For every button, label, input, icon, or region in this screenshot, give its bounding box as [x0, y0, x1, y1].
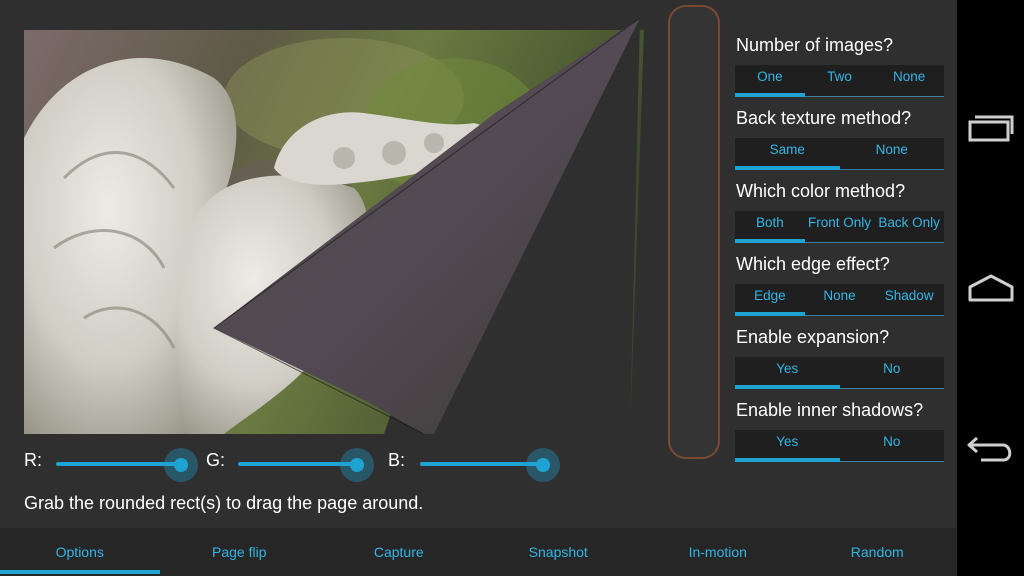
choice-same[interactable]: Same — [735, 138, 840, 170]
choice-edge[interactable]: Edge — [735, 284, 805, 316]
choice-back-only[interactable]: Back Only — [874, 211, 944, 242]
choice-shadow[interactable]: Shadow — [874, 284, 944, 315]
drag-handle-rounded-rect[interactable] — [668, 5, 720, 459]
slider-b-label: B: — [388, 450, 406, 470]
option-title-edge-effect: Which edge effect? — [736, 254, 890, 274]
segmented-back-texture: Same None — [735, 138, 944, 170]
option-title-expansion: Enable expansion? — [736, 327, 890, 347]
choice-yes[interactable]: Yes — [735, 357, 840, 389]
choice-no[interactable]: No — [840, 430, 945, 461]
home-icon — [968, 274, 1013, 302]
choice-two[interactable]: Two — [805, 65, 875, 96]
segmented-inner-shadows: Yes No — [735, 430, 944, 462]
back-button[interactable] — [957, 418, 1024, 478]
recent-apps-icon — [968, 115, 1013, 142]
segmented-color-method: Both Front Only Back Only — [735, 211, 944, 243]
system-nav-bar — [957, 0, 1024, 576]
option-title-color-method: Which color method? — [736, 181, 906, 201]
home-button[interactable] — [957, 258, 1024, 318]
tab-snapshot[interactable]: Snapshot — [479, 528, 639, 576]
slider-r-thumb[interactable] — [164, 448, 198, 482]
slider-g-thumb[interactable] — [340, 448, 374, 482]
option-title-number-of-images: Number of images? — [736, 35, 894, 55]
segmented-expansion: Yes No — [735, 357, 944, 389]
slider-r[interactable]: R: — [24, 448, 198, 482]
slider-b-thumb[interactable] — [526, 448, 560, 482]
bottom-tab-bar: Options Page flip Capture Snapshot In-mo… — [0, 528, 957, 576]
slider-r-label: R: — [24, 450, 42, 470]
slider-b[interactable]: B: — [388, 448, 568, 482]
app-window: R: G: B: Grab the rounded rect(s) to dra… — [0, 0, 957, 576]
slider-g-label: G: — [206, 450, 226, 470]
segmented-edge-effect: Edge None Shadow — [735, 284, 944, 316]
tab-options[interactable]: Options — [0, 528, 160, 576]
choice-none[interactable]: None — [840, 138, 945, 169]
slider-g[interactable]: G: — [206, 448, 374, 482]
option-title-back-texture: Back texture method? — [736, 108, 912, 128]
choice-yes[interactable]: Yes — [735, 430, 840, 462]
angel-statue-photo — [24, 18, 644, 434]
tab-in-motion[interactable]: In-motion — [638, 528, 798, 576]
hint-text: Grab the rounded rect(s) to drag the pag… — [24, 493, 424, 513]
recent-apps-button[interactable] — [957, 98, 1024, 158]
tab-capture[interactable]: Capture — [319, 528, 479, 576]
choice-none[interactable]: None — [874, 65, 944, 96]
choice-no[interactable]: No — [840, 357, 945, 388]
choice-one[interactable]: One — [735, 65, 805, 97]
segmented-number-of-images: One Two None — [735, 65, 944, 97]
choice-both[interactable]: Both — [735, 211, 805, 243]
option-title-inner-shadows: Enable inner shadows? — [736, 400, 924, 420]
back-icon — [967, 436, 1011, 462]
choice-front-only[interactable]: Front Only — [805, 211, 875, 242]
choice-none[interactable]: None — [805, 284, 875, 315]
tab-page-flip[interactable]: Page flip — [160, 528, 320, 576]
page-flip-preview[interactable] — [24, 18, 644, 434]
tab-random[interactable]: Random — [798, 528, 958, 576]
